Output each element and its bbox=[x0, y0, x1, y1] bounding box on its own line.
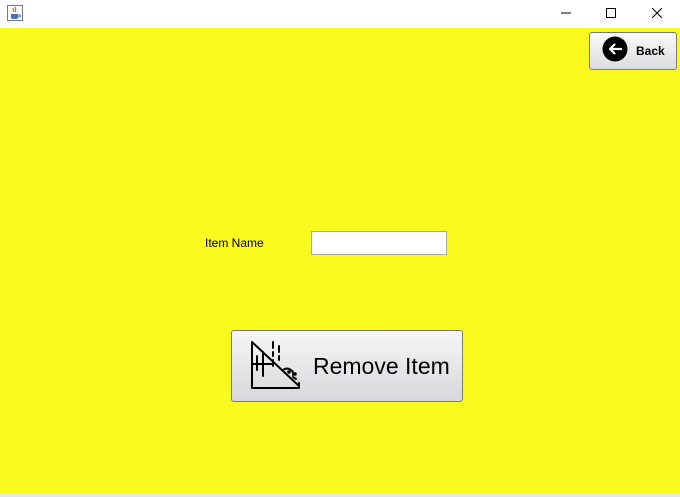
minimize-button[interactable] bbox=[543, 0, 589, 27]
item-name-label: Item Name bbox=[205, 236, 264, 250]
arrow-left-circle-icon bbox=[602, 36, 628, 67]
garbage-dump-icon bbox=[249, 336, 301, 397]
maximize-icon bbox=[606, 5, 616, 23]
remove-item-button[interactable]: Remove Item bbox=[231, 330, 463, 402]
remove-item-label: Remove Item bbox=[313, 352, 450, 379]
java-cup-icon bbox=[7, 5, 23, 21]
back-button[interactable]: Back bbox=[589, 32, 677, 70]
close-button[interactable] bbox=[634, 0, 680, 27]
item-name-input[interactable] bbox=[311, 231, 447, 255]
close-icon bbox=[651, 5, 663, 23]
back-button-label: Back bbox=[636, 44, 665, 58]
maximize-button[interactable] bbox=[588, 0, 634, 27]
title-bar[interactable] bbox=[0, 0, 680, 27]
main-panel: Back Item Name Remove Item bbox=[0, 28, 680, 494]
minimize-icon bbox=[561, 5, 571, 23]
app-window: Back Item Name Remove Item bbox=[0, 0, 680, 497]
